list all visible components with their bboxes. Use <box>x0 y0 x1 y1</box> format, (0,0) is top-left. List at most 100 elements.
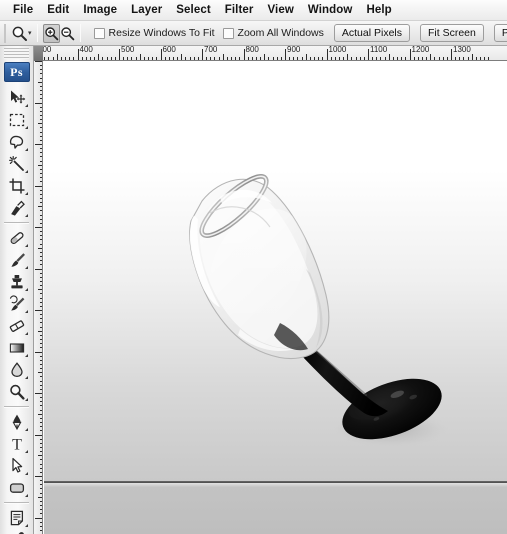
menu-layer[interactable]: Layer <box>124 2 169 19</box>
ruler-tick-vertical <box>40 451 42 453</box>
horizontal-ruler[interactable]: 300 400 500 600 700 800 900 1000 1100 1200 1300 <box>34 46 507 61</box>
ruler-tick-vertical <box>40 85 42 87</box>
ruler-tick-vertical <box>38 330 42 332</box>
menu-file[interactable]: File <box>6 2 40 19</box>
resize-windows-to-fit-checkbox-box[interactable] <box>93 27 105 39</box>
clone-stamp-icon <box>10 275 23 289</box>
ruler-tick-minor <box>293 57 295 60</box>
ruler-tick-major <box>285 49 286 60</box>
fit-screen-button[interactable]: Fit Screen <box>420 24 484 42</box>
ruler-tick-minor <box>305 54 307 60</box>
menu-window[interactable]: Window <box>301 2 360 19</box>
dodge-tool-icon <box>9 384 25 400</box>
options-bar-drag-grip[interactable] <box>4 23 6 43</box>
ruler-tick-minor <box>181 54 183 60</box>
print-size-button[interactable]: Print Size <box>493 24 507 42</box>
tool-flyout-corner-icon <box>24 398 28 401</box>
tool-preset-chevron-down-icon[interactable]: ▾ <box>28 23 32 43</box>
ruler-tick-minor <box>264 54 266 60</box>
ruler-tick-minor <box>210 57 212 60</box>
ruler-tick-vertical <box>40 505 42 507</box>
ruler-tick-minor <box>413 57 415 60</box>
tool-move[interactable] <box>4 87 30 109</box>
tool-magic-wand[interactable] <box>4 153 30 175</box>
ruler-tick-vertical <box>40 243 42 245</box>
tool-rectangular-marquee[interactable] <box>4 109 30 131</box>
ruler-tick-minor <box>148 57 150 60</box>
tool-dodge[interactable] <box>4 381 30 403</box>
tool-flyout-corner-icon <box>24 524 28 527</box>
ruler-tick-vertical <box>40 363 42 365</box>
actual-pixels-button[interactable]: Actual Pixels <box>333 24 410 42</box>
ruler-tick-vertical <box>40 314 42 316</box>
ruler-tick-minor <box>301 57 303 60</box>
tool-clone-stamp[interactable] <box>4 271 30 293</box>
wine-glass-photo <box>44 61 507 481</box>
tool-horizontal-type[interactable]: T <box>4 433 30 455</box>
tool-crop[interactable] <box>4 175 30 197</box>
vertical-ruler[interactable] <box>34 61 43 534</box>
ruler-tick-vertical <box>40 65 42 67</box>
tool-blur[interactable] <box>4 359 30 381</box>
ruler-tick-vertical <box>40 463 42 465</box>
tool-eyedropper[interactable] <box>4 529 30 534</box>
ruler-tick-vertical <box>38 289 42 291</box>
menu-view[interactable]: View <box>260 2 300 19</box>
menu-help[interactable]: Help <box>359 2 398 19</box>
ruler-tick-vertical <box>40 127 42 129</box>
ruler-tick-minor <box>172 57 174 60</box>
menu-edit[interactable]: Edit <box>40 2 76 19</box>
menu-filter[interactable]: Filter <box>218 2 261 19</box>
pen-tool-icon <box>11 414 22 431</box>
tool-slice[interactable] <box>4 197 30 219</box>
tool-gradient[interactable] <box>4 337 30 359</box>
menu-image[interactable]: Image <box>76 2 124 19</box>
ruler-tick-major <box>160 49 162 60</box>
ruler-tick-minor <box>467 57 469 60</box>
toolbox-drag-grip[interactable] <box>4 48 29 59</box>
tool-notes[interactable] <box>4 507 30 529</box>
tool-lasso[interactable] <box>4 131 30 153</box>
healing-brush-icon <box>10 232 24 244</box>
ruler-tick-major <box>368 49 369 60</box>
image-canvas[interactable] <box>44 61 507 481</box>
zoom-out-button[interactable] <box>60 24 75 43</box>
ruler-tick-minor <box>156 57 158 60</box>
ruler-tick-minor <box>334 57 336 60</box>
ruler-tick-minor <box>309 57 311 60</box>
ruler-tick-vertical <box>40 280 42 282</box>
ruler-label: 1100 <box>370 46 388 54</box>
resize-windows-to-fit-checkbox[interactable]: Resize Windows To Fit <box>93 27 215 39</box>
ruler-tick-vertical <box>40 509 42 511</box>
ruler-tick-major <box>77 49 79 60</box>
ruler-tick-vertical <box>40 177 42 179</box>
ruler-tick-minor <box>297 57 299 60</box>
ruler-tick-minor <box>488 57 490 60</box>
ruler-label: 1200 <box>411 46 430 54</box>
tool-history-brush[interactable] <box>4 293 30 315</box>
tool-brush[interactable] <box>4 249 30 271</box>
document-area[interactable] <box>44 61 507 534</box>
ruler-tick-minor <box>189 57 191 60</box>
ruler-tick-major <box>409 49 411 60</box>
zoom-in-button[interactable] <box>42 23 60 43</box>
menu-select[interactable]: Select <box>169 2 217 19</box>
tool-pen[interactable] <box>4 411 30 433</box>
ruler-tick-vertical <box>38 455 42 457</box>
zoom-all-windows-checkbox-box[interactable] <box>222 27 234 39</box>
tool-healing-brush[interactable] <box>4 227 30 249</box>
ruler-tick-vertical <box>38 81 42 83</box>
svg-text:T: T <box>12 437 22 453</box>
ruler-origin-corner[interactable] <box>34 46 43 61</box>
ruler-tick-major <box>451 49 452 60</box>
zoom-all-windows-checkbox[interactable]: Zoom All Windows <box>222 27 324 39</box>
ruler-tick-minor <box>430 54 432 60</box>
tool-flyout-corner-icon <box>24 332 28 335</box>
active-tool-preset-picker[interactable] <box>11 23 28 43</box>
ruler-tick-minor <box>397 57 399 60</box>
tool-rounded-rectangle[interactable] <box>4 477 30 499</box>
tool-eraser[interactable] <box>4 315 30 337</box>
ruler-tick-minor <box>135 57 137 60</box>
ruler-tick-vertical <box>35 351 42 353</box>
tool-path-selection[interactable] <box>4 455 30 477</box>
